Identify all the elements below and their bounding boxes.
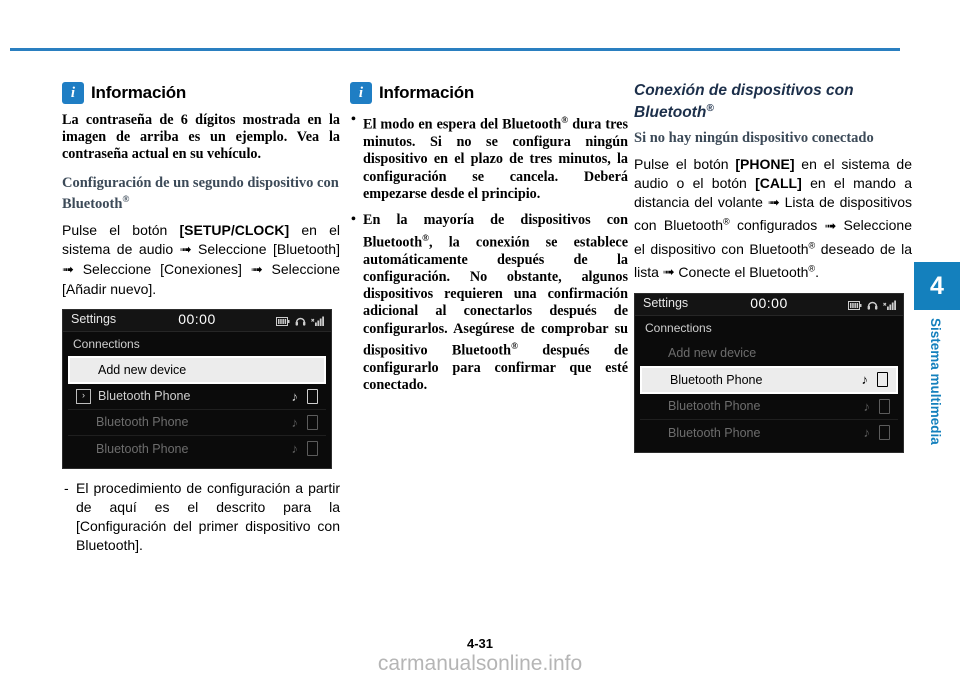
row-label: Bluetooth Phone	[668, 399, 761, 414]
setup-clock-button-ref: [SETUP/CLOCK]	[179, 221, 290, 238]
info-title-1: Información	[91, 83, 187, 102]
call-button-ref: [CALL]	[755, 174, 802, 191]
info-title-2: Información	[379, 83, 475, 102]
row-label: Bluetooth Phone	[98, 389, 191, 404]
device2-row-bluetooth-phone-2[interactable]: Bluetooth Phone ♪	[640, 394, 898, 420]
headset-icon	[867, 297, 878, 315]
chapter-number: 4	[914, 262, 960, 310]
phone-icon	[879, 398, 890, 414]
column1-dash-note: El procedimiento de configuración a part…	[62, 479, 340, 555]
row-icons: ♪	[863, 398, 890, 414]
phone-icon	[879, 425, 890, 441]
arrow-icon: ➟	[179, 241, 192, 258]
phone-icon	[307, 388, 318, 404]
para-seg: Conecte el Bluetooth®.	[674, 262, 819, 280]
music-note-icon: ♪	[291, 388, 299, 404]
row-icons: ♪	[863, 425, 890, 441]
infotainment-screenshot-1: Settings 00:00 Connections Add new devic…	[62, 308, 332, 469]
device1-row-list: Add new device › Bluetooth Phone ♪ Bluet…	[63, 355, 331, 468]
chevron-right-icon: ›	[76, 388, 91, 404]
arrow-icon: ➟	[824, 218, 837, 235]
column3-subheading: Si no hay ningún dispositivo conectado	[634, 130, 874, 147]
row-label: Bluetooth Phone	[670, 372, 763, 387]
info-bullet-1: El modo en espera del Bluetooth® dura tr…	[350, 111, 628, 203]
device2-status-bar: Settings 00:00	[635, 293, 903, 316]
music-note-icon: ♪	[291, 441, 299, 457]
music-note-icon: ♪	[291, 414, 299, 430]
device2-row-bluetooth-phone-1[interactable]: Bluetooth Phone ♪	[640, 365, 898, 394]
signal-icon	[311, 313, 325, 331]
info-body-1: La contraseña de 6 dígitos mostrada en l…	[62, 112, 340, 162]
phone-button-ref: [PHONE]	[735, 155, 795, 172]
device1-status-bar: Settings 00:00	[63, 309, 331, 332]
row-label: Bluetooth Phone	[668, 425, 761, 440]
column3-paragraph: Pulse el botón [PHONE] en el sistema de …	[634, 155, 912, 283]
page-columns: i Información La contraseña de 6 dígitos…	[0, 82, 912, 602]
device2-row-list: Add new device Bluetooth Phone ♪ Bluetoo…	[635, 340, 903, 452]
arrow-icon: ➟	[250, 261, 263, 278]
arrow-icon: ➟	[62, 261, 74, 278]
header-rule	[10, 48, 900, 51]
phone-icon	[307, 441, 318, 457]
column-3: Conexión de dispositivos con Bluetooth® …	[634, 82, 912, 453]
info-bullet-2: En la mayoría de dispositivos con Blueto…	[350, 211, 628, 394]
device2-status-icons	[848, 297, 897, 315]
chapter-label: Sistema multimedia	[928, 318, 943, 445]
para-seg: Seleccione [Bluetooth]	[191, 240, 340, 257]
music-note-icon: ♪	[863, 425, 871, 441]
page-number: 4-31	[466, 636, 494, 651]
para-seg: Pulse el botón	[62, 221, 180, 238]
device1-row-bluetooth-phone-3[interactable]: Bluetooth Phone ♪	[68, 436, 326, 462]
chapter-side-tab: 4 Sistema multimedia	[914, 262, 960, 445]
row-icons: ♪	[291, 414, 318, 430]
info-header-2: i Información	[350, 82, 628, 104]
battery-icon	[276, 313, 290, 331]
device2-row-add-new-device[interactable]: Add new device	[640, 340, 898, 366]
info-bullet-list: El modo en espera del Bluetooth® dura tr…	[350, 111, 628, 395]
column1-subheading: Configuración de un segundo dispositivo …	[62, 175, 340, 214]
column-1: i Información La contraseña de 6 dígitos…	[62, 82, 340, 555]
column1-subheading-text: Configuración de un segundo dispositivo …	[62, 175, 339, 213]
row-icons: ♪	[291, 441, 318, 457]
device1-row-add-new-device[interactable]: Add new device	[68, 355, 326, 384]
arrow-icon: ➟	[767, 194, 780, 211]
info-icon: i	[62, 82, 84, 104]
headset-icon	[295, 313, 306, 331]
para-seg: Pulse el botón	[634, 155, 736, 172]
phone-icon	[307, 414, 318, 430]
device1-row-bluetooth-phone-2[interactable]: Bluetooth Phone ♪	[68, 410, 326, 436]
device1-status-icons	[276, 313, 325, 331]
music-note-icon: ♪	[861, 372, 869, 388]
arrow-icon: ➟	[662, 264, 675, 281]
info-icon: i	[350, 82, 372, 104]
row-label: Add new device	[668, 345, 757, 360]
phone-icon	[877, 372, 888, 388]
site-watermark: carmanualsonline.info	[377, 652, 583, 675]
para-seg: Seleccione [Conexiones]	[73, 260, 251, 277]
info-header-1: i Información	[62, 82, 340, 104]
device1-breadcrumb: Connections	[73, 336, 140, 351]
column1-paragraph: Pulse el botón [SETUP/CLOCK] en el siste…	[62, 221, 340, 299]
row-label: Bluetooth Phone	[96, 441, 189, 456]
device2-row-bluetooth-phone-3[interactable]: Bluetooth Phone ♪	[640, 420, 898, 446]
row-icons: ♪	[861, 372, 888, 388]
column3-section-heading: Conexión de dispositivos con Bluetooth®	[634, 82, 854, 122]
row-label: Bluetooth Phone	[96, 415, 189, 430]
row-label: Add new device	[98, 362, 187, 377]
row-icons: ♪	[291, 388, 318, 404]
signal-icon	[883, 297, 897, 315]
column-2: i Información El modo en espera del Blue…	[350, 82, 628, 404]
device2-breadcrumb: Connections	[645, 320, 712, 335]
device1-row-bluetooth-phone-1[interactable]: › Bluetooth Phone ♪	[68, 384, 326, 410]
music-note-icon: ♪	[863, 398, 871, 414]
battery-icon	[848, 297, 862, 315]
infotainment-screenshot-2: Settings 00:00 Connections Add new devic…	[634, 292, 904, 453]
